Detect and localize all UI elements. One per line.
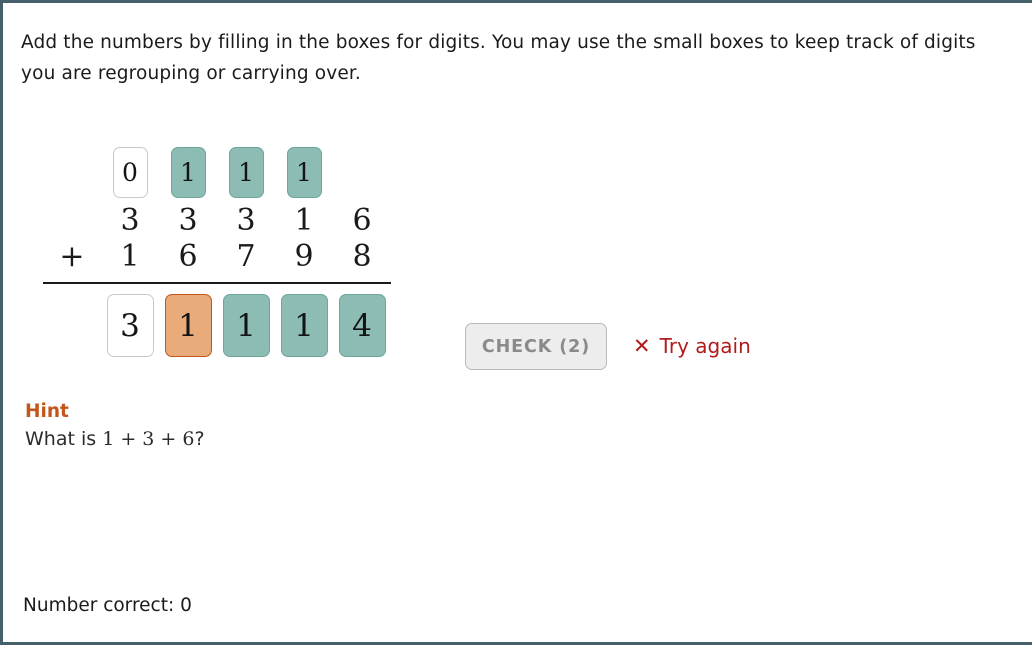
addend-bottom-digit-5: 8 bbox=[352, 239, 372, 274]
addend-top-digit-3: 3 bbox=[236, 203, 256, 238]
worksheet-page: Add the numbers by filling in the boxes … bbox=[0, 0, 1032, 645]
addend-bottom-digit-4: 9 bbox=[294, 239, 314, 274]
answer-box-3[interactable]: 1 bbox=[222, 294, 270, 357]
status-message: ✕ Try again bbox=[633, 334, 751, 358]
hint-question-expression: 1 + 3 + 6 bbox=[102, 428, 195, 450]
carry-box-1[interactable]: 0 bbox=[112, 146, 148, 198]
hint-heading: Hint bbox=[25, 401, 69, 422]
addend-top-digit-1: 3 bbox=[120, 203, 140, 238]
hint-question-prefix: What is bbox=[25, 428, 103, 450]
answer-box-5[interactable]: 4 bbox=[338, 294, 386, 357]
check-button[interactable]: CHECK (2) bbox=[465, 323, 607, 370]
hint-question-suffix: ? bbox=[194, 428, 205, 450]
carry-box-row: 0 1 1 1 bbox=[43, 141, 391, 203]
addend-bottom-digit-2: 6 bbox=[178, 239, 198, 274]
carry-box-4[interactable]: 1 bbox=[286, 146, 322, 198]
plus-operator-icon: + bbox=[59, 239, 85, 274]
hint-text: What is 1 + 3 + 6? bbox=[25, 428, 205, 450]
addend-bottom-digit-1: 1 bbox=[120, 239, 140, 274]
sum-divider-line bbox=[43, 282, 391, 284]
addition-problem: 0 1 1 1 3 3 3 1 6 + 1 6 7 9 8 3 1 1 1 4 bbox=[43, 141, 391, 357]
answer-box-row: 3 1 1 1 4 bbox=[43, 294, 391, 357]
answer-box-1[interactable]: 3 bbox=[106, 294, 154, 357]
addend-top-row: 3 3 3 1 6 bbox=[43, 203, 391, 239]
addend-bottom-row: + 1 6 7 9 8 bbox=[43, 239, 391, 275]
cross-icon: ✕ bbox=[633, 333, 651, 358]
addend-top-digit-4: 1 bbox=[294, 203, 314, 238]
addend-top-digit-2: 3 bbox=[178, 203, 198, 238]
status-label: Try again bbox=[659, 334, 751, 358]
addend-bottom-digit-3: 7 bbox=[236, 239, 256, 274]
answer-box-2[interactable]: 1 bbox=[164, 294, 212, 357]
carry-box-3[interactable]: 1 bbox=[228, 146, 264, 198]
score-label: Number correct: 0 bbox=[23, 595, 192, 616]
addend-top-digit-5: 6 bbox=[352, 203, 372, 238]
instructions-text: Add the numbers by filling in the boxes … bbox=[21, 32, 976, 84]
carry-box-2[interactable]: 1 bbox=[170, 146, 206, 198]
answer-box-4[interactable]: 1 bbox=[280, 294, 328, 357]
